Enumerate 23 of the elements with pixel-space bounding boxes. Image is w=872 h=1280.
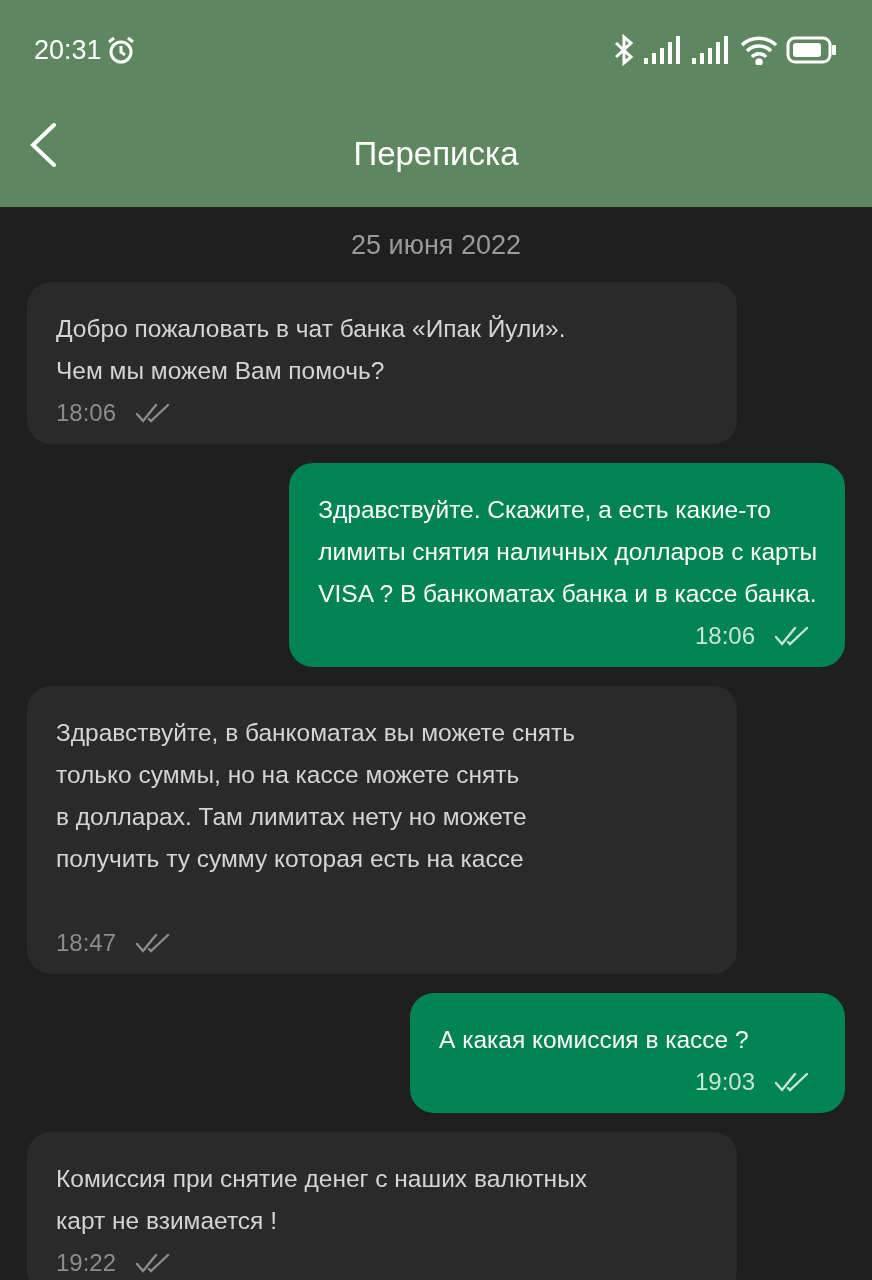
- message-time: 18:47: [56, 927, 117, 958]
- battery-icon: [786, 36, 838, 64]
- message-time: 18:06: [56, 397, 117, 428]
- message-text: Здравствуйте. Скажите, а есть какие-то лимиты снятия наличных долларов с карты VISA ? В банкоматах банка и в кассе банка.: [318, 494, 817, 609]
- read-checkmarks-icon: [136, 1252, 171, 1273]
- date-label: 25 июня 2022: [350, 229, 522, 262]
- alarm-icon: [105, 35, 136, 65]
- wifi-icon: [740, 35, 778, 65]
- message-text: А какая комиссия в кассе ?: [439, 1024, 750, 1055]
- bluetooth-icon: [612, 34, 636, 66]
- message-time: 18:06: [694, 620, 755, 651]
- screen-title: Переписка: [353, 133, 519, 174]
- message-text: Здравствуйте, в банкоматах вы можете снять только суммы, но на кассе можете снять в долларах. Там лимитах нету но можете получить ту сумму которая есть на кассе: [56, 717, 577, 874]
- read-checkmarks-icon: [775, 625, 809, 646]
- message-time: 19:03: [694, 1066, 755, 1097]
- back-icon[interactable]: [28, 122, 58, 168]
- message-time: 19:22: [56, 1247, 117, 1278]
- read-checkmarks-icon: [136, 932, 171, 953]
- message-text: Комиссия при снятие денег с наших валютных карт не взимается !: [56, 1163, 588, 1236]
- read-checkmarks-icon: [775, 1071, 809, 1092]
- message-text: Добро пожаловать в чат банка «Ипак Йули». Чем мы можем Вам помочь?: [56, 313, 567, 386]
- status-time: 20:31: [34, 33, 102, 67]
- read-checkmarks-icon: [136, 402, 171, 423]
